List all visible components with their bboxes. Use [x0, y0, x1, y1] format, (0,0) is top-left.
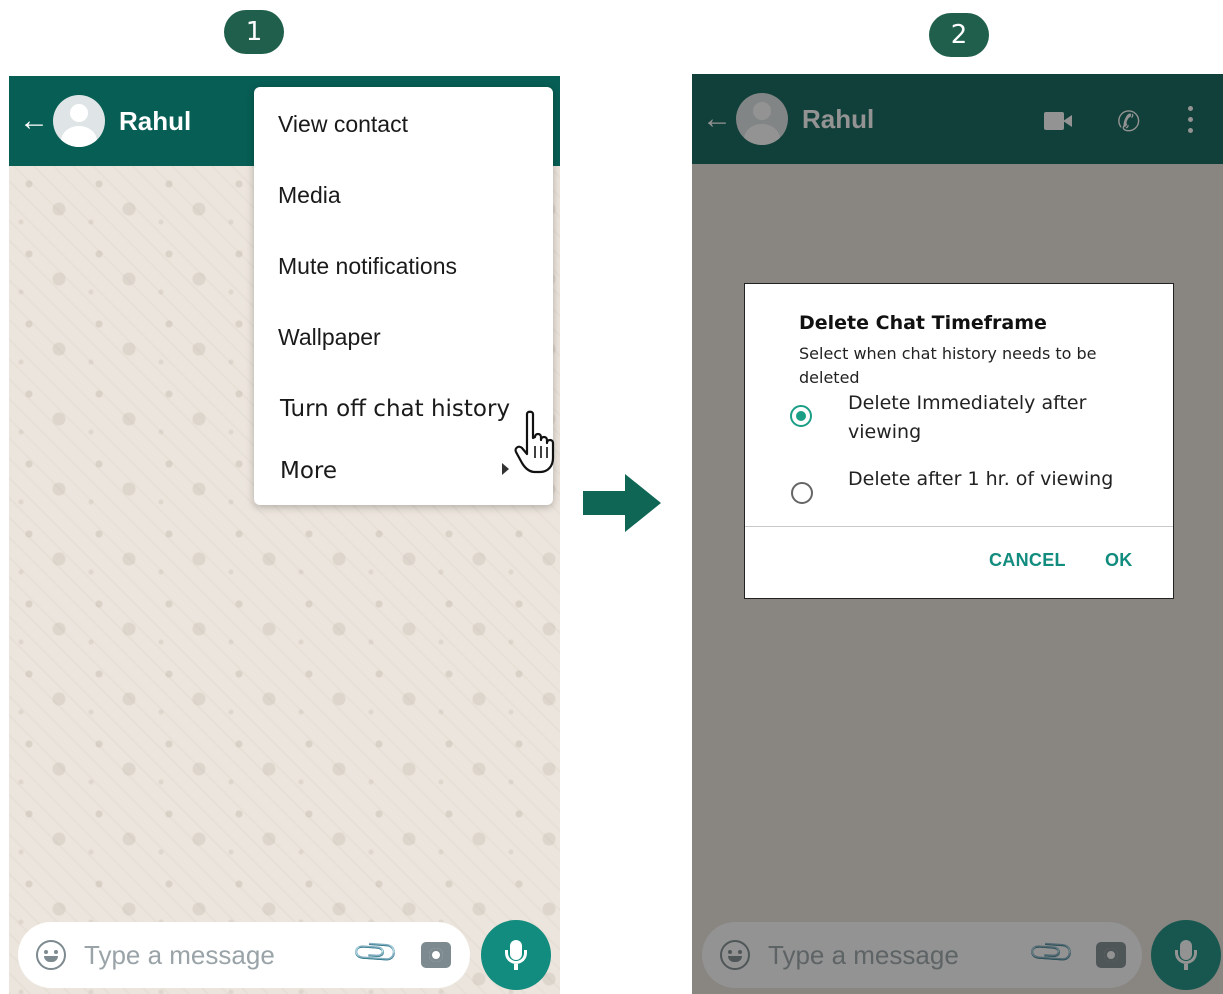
contact-name[interactable]: Rahul	[119, 106, 191, 137]
emoji-icon[interactable]	[36, 940, 66, 970]
menu-item-wallpaper[interactable]: Wallpaper	[278, 324, 381, 351]
option-1hr-label[interactable]: Delete after 1 hr. of viewing	[848, 465, 1148, 494]
message-input[interactable]: Type a message	[84, 940, 275, 971]
dialog-divider	[745, 526, 1173, 527]
phone-screen-step-1: ← Rahul View contact Media Mute notifica…	[9, 76, 560, 994]
option-1hr-radio[interactable]	[791, 482, 813, 504]
menu-item-mute-notifications[interactable]: Mute notifications	[278, 253, 457, 280]
step-1-badge: 1	[224, 10, 284, 54]
dialog-title: Delete Chat Timeframe	[799, 312, 1047, 334]
option-immediately-radio[interactable]	[790, 405, 812, 427]
message-input-bar: Type a message 📎	[18, 922, 470, 988]
mic-button[interactable]	[481, 920, 551, 990]
menu-item-media[interactable]: Media	[278, 182, 341, 209]
submenu-arrow-icon	[502, 463, 509, 475]
overflow-menu: View contact Media Mute notifications Wa…	[254, 87, 553, 505]
delete-chat-timeframe-dialog: Delete Chat Timeframe Select when chat h…	[744, 283, 1174, 599]
phone-screen-step-2: ← Rahul ✆ Type a message 📎 Delete Chat T…	[692, 74, 1223, 994]
menu-item-turn-off-chat-history[interactable]: Turn off chat history	[280, 396, 510, 422]
hand-pointer-icon	[514, 410, 555, 474]
arrow-left-icon[interactable]: ←	[19, 106, 49, 136]
avatar[interactable]	[53, 95, 105, 147]
option-immediately-label[interactable]: Delete Immediately after viewing	[848, 389, 1148, 447]
menu-item-more[interactable]: More	[280, 458, 337, 484]
ok-button[interactable]: OK	[1105, 550, 1133, 571]
paperclip-icon[interactable]: 📎	[351, 928, 401, 978]
right-arrow-icon	[583, 474, 661, 532]
menu-item-view-contact[interactable]: View contact	[278, 111, 408, 138]
dialog-subtitle: Select when chat history needs to be del…	[799, 344, 1097, 387]
camera-icon[interactable]	[421, 942, 451, 968]
step-2-badge: 2	[929, 13, 989, 57]
cancel-button[interactable]: CANCEL	[989, 550, 1066, 571]
